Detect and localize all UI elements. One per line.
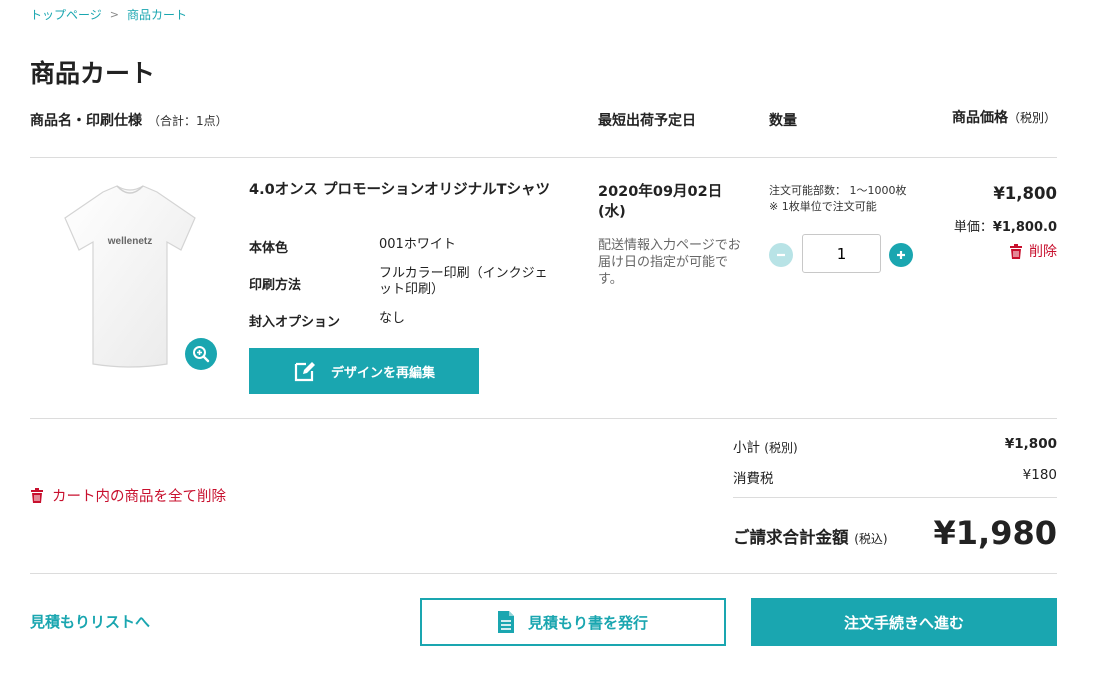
quantity-unit-note: ※ 1枚単位で注文可能: [769, 200, 877, 213]
header-ship-date: 最短出荷予定日: [598, 113, 696, 129]
header-divider: [30, 157, 1057, 158]
header-product: 商品名・印刷仕様 （合計：1点）: [30, 110, 228, 130]
spec-value-option: なし: [379, 311, 406, 326]
summary-divider: [733, 497, 1057, 498]
header-quantity: 数量: [769, 113, 797, 129]
header-price-label: 商品価格: [951, 110, 1008, 126]
summary-bottom-divider: [30, 573, 1057, 574]
header-price-tax: （税別）: [1007, 111, 1056, 125]
tax-label: 消費税: [733, 471, 774, 487]
quantity-increase-button[interactable]: [889, 243, 913, 267]
breadcrumb-home-link[interactable]: トップページ: [30, 6, 102, 23]
delete-all-button[interactable]: カート内の商品を全て削除: [30, 485, 226, 506]
total-tax-note: (税込): [854, 532, 888, 546]
breadcrumb-current: 商品カート: [126, 8, 187, 22]
unit-price-value: ¥1,800.0: [992, 220, 1057, 235]
edit-icon: [294, 362, 315, 382]
page-title: 商品カート: [30, 59, 156, 88]
checkout-label: 注文手続きへ進む: [843, 613, 964, 632]
spec-value-color: 001ホワイト: [379, 237, 456, 252]
item-divider: [30, 418, 1057, 419]
delete-item-button[interactable]: 削除: [1009, 241, 1057, 261]
unit-price: 単価：¥1,800.0: [954, 216, 1057, 235]
spec-label-color: 本体色: [249, 241, 289, 256]
header-item-count: （合計：1点）: [148, 114, 228, 128]
minus-icon: [777, 253, 785, 257]
ship-note: 配送情報入力ページでお届け日の指定が可能です。: [598, 238, 741, 287]
subtotal-tax-note: (税別): [764, 441, 798, 455]
checkout-button[interactable]: 注文手続きへ進む: [751, 598, 1057, 646]
quantity-decrease-button[interactable]: [769, 243, 793, 267]
header-price: 商品価格（税別）: [946, 110, 1056, 126]
breadcrumb: トップページ > 商品カート: [30, 6, 187, 23]
subtotal-label-text: 小計: [733, 440, 760, 456]
spec-label-print-method: 印刷方法: [249, 278, 302, 293]
product-image: wellenetz: [55, 178, 205, 373]
quantity-range-note: 注文可能部数： 1〜1000枚: [769, 184, 907, 197]
edit-design-label: デザインを再編集: [330, 365, 435, 381]
total-label: ご請求合計金額 (税込): [733, 524, 888, 548]
delete-item-label: 削除: [1029, 244, 1057, 260]
trash-icon: [31, 488, 43, 503]
item-price: ¥1,800: [993, 184, 1057, 203]
estimate-list-link[interactable]: 見積もりリストへ: [30, 611, 150, 632]
tax-value: ¥180: [1022, 467, 1057, 483]
spec-value-print-method: フルカラー印刷（インクジェット印刷）: [379, 266, 548, 297]
issue-estimate-label: 見積もり書を発行: [527, 613, 648, 632]
spec-label-option: 封入オプション: [249, 315, 341, 330]
total-label-text: ご請求合計金額: [733, 528, 849, 547]
tshirt-image: wellenetz: [64, 185, 196, 368]
ship-date: 2020年09月02日(水): [598, 184, 723, 220]
product-name: 4.0オンス プロモーションオリジナルTシャツ: [249, 182, 551, 198]
unit-price-label: 単価：: [953, 220, 993, 235]
quantity-note: 注文可能部数： 1〜1000枚 ※ 1枚単位で注文可能: [769, 183, 907, 215]
quantity-input[interactable]: [802, 234, 881, 273]
document-icon: [497, 611, 514, 633]
zoom-in-icon: [193, 346, 210, 363]
shirt-print-text: wellenetz: [107, 236, 152, 247]
total-value: ¥1,980: [933, 514, 1057, 552]
zoom-button[interactable]: [185, 338, 217, 370]
trash-icon: [1010, 243, 1022, 259]
header-product-label: 商品名・印刷仕様: [30, 113, 142, 129]
issue-estimate-button[interactable]: 見積もり書を発行: [420, 598, 726, 646]
edit-design-button[interactable]: デザインを再編集: [249, 348, 479, 394]
plus-icon: [897, 251, 905, 259]
subtotal-value: ¥1,800: [1004, 436, 1057, 452]
subtotal-label: 小計 (税別): [733, 436, 798, 456]
delete-all-label: カート内の商品を全て削除: [52, 489, 226, 505]
breadcrumb-separator: >: [109, 8, 119, 21]
